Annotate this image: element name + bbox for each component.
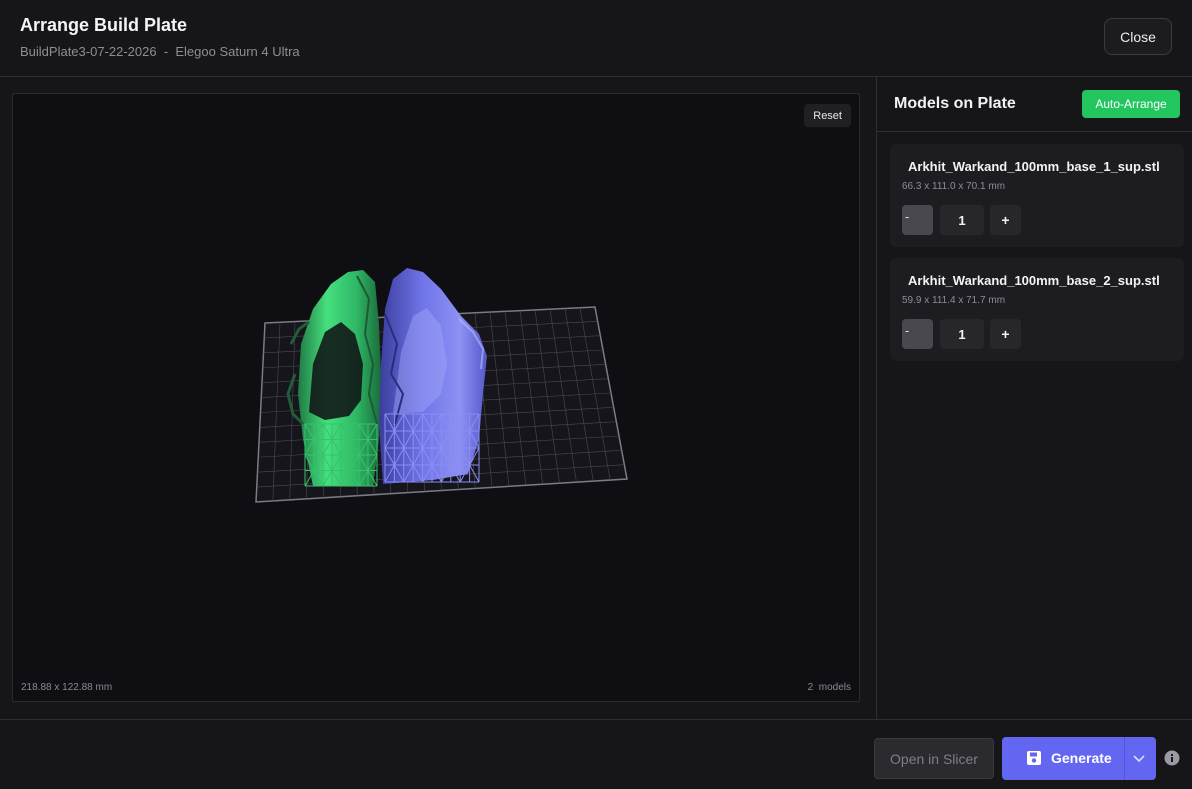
model-2-mesh[interactable] — [379, 268, 487, 484]
build-plate-scene[interactable] — [13, 94, 860, 702]
open-in-slicer-button[interactable]: Open in Slicer — [874, 738, 994, 779]
model-dimensions: 66.3 x 111.0 x 70.1 mm — [902, 181, 1006, 192]
plate-dimensions-label: 218.88 x 122.88 mm — [21, 682, 113, 693]
decrease-quantity-button[interactable]: - — [902, 319, 933, 349]
model-name: Arkhit_Warkand_100mm_base_1_sup.stl — [908, 159, 1160, 174]
floppy-disk-icon — [1027, 751, 1041, 765]
model-card: Arkhit_Warkand_100mm_base_1_sup.stl 66.3… — [890, 144, 1184, 247]
model-count-label: 2 models — [807, 682, 851, 693]
model-dimensions: 59.9 x 111.4 x 71.7 mm — [902, 295, 1006, 306]
info-icon[interactable] — [1164, 750, 1180, 766]
quantity-value[interactable]: 1 — [940, 205, 984, 235]
generate-label: Generate — [1051, 750, 1112, 766]
increase-quantity-button[interactable]: + — [990, 205, 1021, 235]
sidebar-title: Models on Plate — [894, 95, 1016, 112]
dialog-header: Arrange Build Plate BuildPlate3-07-22-20… — [0, 0, 1192, 77]
auto-arrange-button[interactable]: Auto-Arrange — [1082, 90, 1180, 118]
dialog-subtitle: BuildPlate3-07-22-2026 - Elegoo Saturn 4… — [20, 44, 300, 59]
models-sidebar: Models on Plate Auto-Arrange Arkhit_Wark… — [876, 77, 1192, 719]
sidebar-header: Models on Plate Auto-Arrange — [877, 77, 1192, 132]
build-plate-viewport[interactable]: Reset 218.88 x 122.88 mm 2 models — [12, 93, 860, 702]
dialog-title: Arrange Build Plate — [20, 15, 188, 35]
dialog-footer: Open in Slicer Generate — [0, 719, 1192, 789]
close-button[interactable]: Close — [1104, 18, 1172, 55]
button-divider — [1124, 737, 1125, 780]
model-name: Arkhit_Warkand_100mm_base_2_sup.stl — [908, 273, 1160, 288]
generate-button[interactable]: Generate — [1002, 737, 1156, 780]
quantity-value[interactable]: 1 — [940, 319, 984, 349]
increase-quantity-button[interactable]: + — [990, 319, 1021, 349]
model-card: Arkhit_Warkand_100mm_base_2_sup.stl 59.9… — [890, 258, 1184, 361]
chevron-down-icon[interactable] — [1131, 750, 1147, 766]
reset-view-button[interactable]: Reset — [804, 104, 851, 127]
decrease-quantity-button[interactable]: - — [902, 205, 933, 235]
